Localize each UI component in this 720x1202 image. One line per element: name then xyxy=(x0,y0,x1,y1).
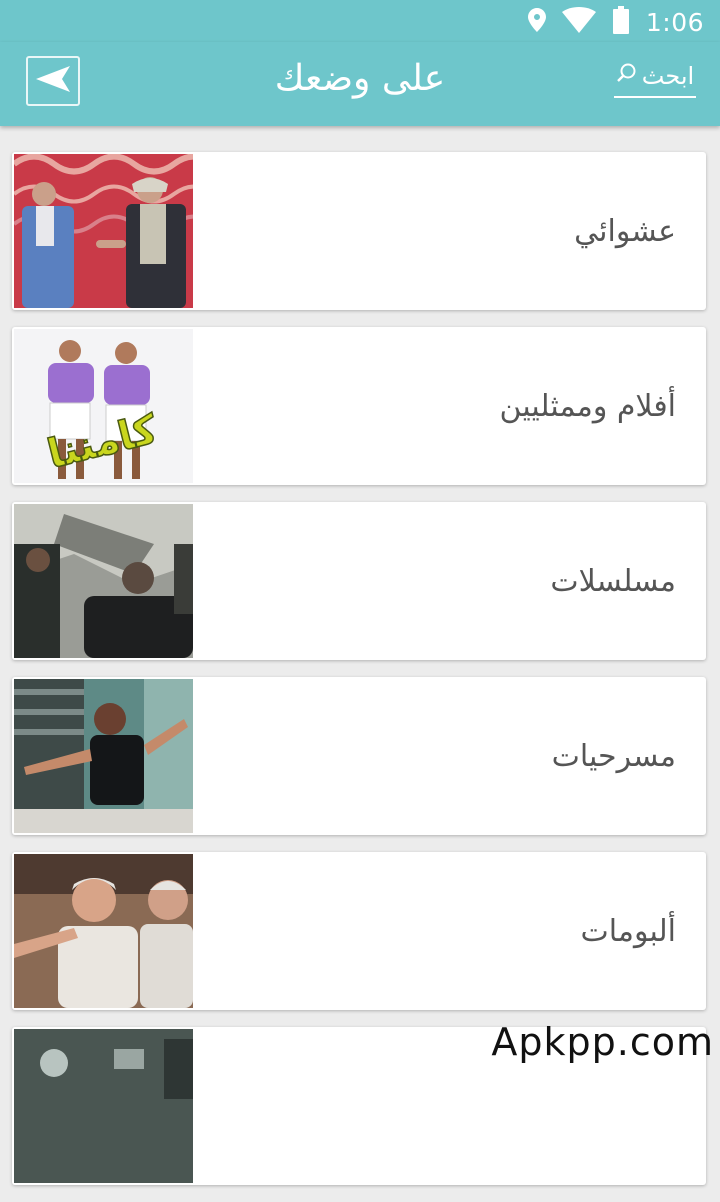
back-arrow-icon xyxy=(36,66,70,96)
watermark: Apkpp.com xyxy=(491,1020,714,1064)
search-icon xyxy=(616,62,638,90)
category-label: عشوائي xyxy=(574,213,676,249)
status-time: 1:06 xyxy=(645,7,704,37)
location-icon xyxy=(527,8,546,36)
app-bar: على وضعك ابحث xyxy=(0,42,720,126)
category-thumbnail xyxy=(14,504,193,658)
category-card-random[interactable]: عشوائي xyxy=(12,152,706,310)
category-thumbnail xyxy=(14,679,193,833)
category-thumbnail: كامننا xyxy=(14,329,193,483)
category-thumbnail xyxy=(14,154,193,308)
category-label: ألبومات xyxy=(580,913,676,949)
category-thumbnail xyxy=(14,854,193,1008)
category-card-albums[interactable]: ألبومات xyxy=(12,852,706,1010)
battery-icon xyxy=(612,6,630,38)
category-card-plays[interactable]: مسرحيات xyxy=(12,677,706,835)
back-button[interactable] xyxy=(26,56,80,106)
search-button[interactable]: ابحث xyxy=(614,62,696,98)
category-card-movies-actors[interactable]: كامننا أفلام وممثليين xyxy=(12,327,706,485)
status-icons: 1:06 xyxy=(527,6,704,38)
category-label: مسرحيات xyxy=(551,738,676,774)
search-label: ابحث xyxy=(641,62,695,90)
category-card-series[interactable]: مسلسلات xyxy=(12,502,706,660)
app-title: على وضعك xyxy=(274,58,446,99)
category-label: أفلام وممثليين xyxy=(499,388,676,424)
category-thumbnail xyxy=(14,1029,193,1183)
wifi-icon xyxy=(561,7,596,37)
status-bar: 1:06 xyxy=(0,0,720,42)
category-label: مسلسلات xyxy=(550,563,676,599)
